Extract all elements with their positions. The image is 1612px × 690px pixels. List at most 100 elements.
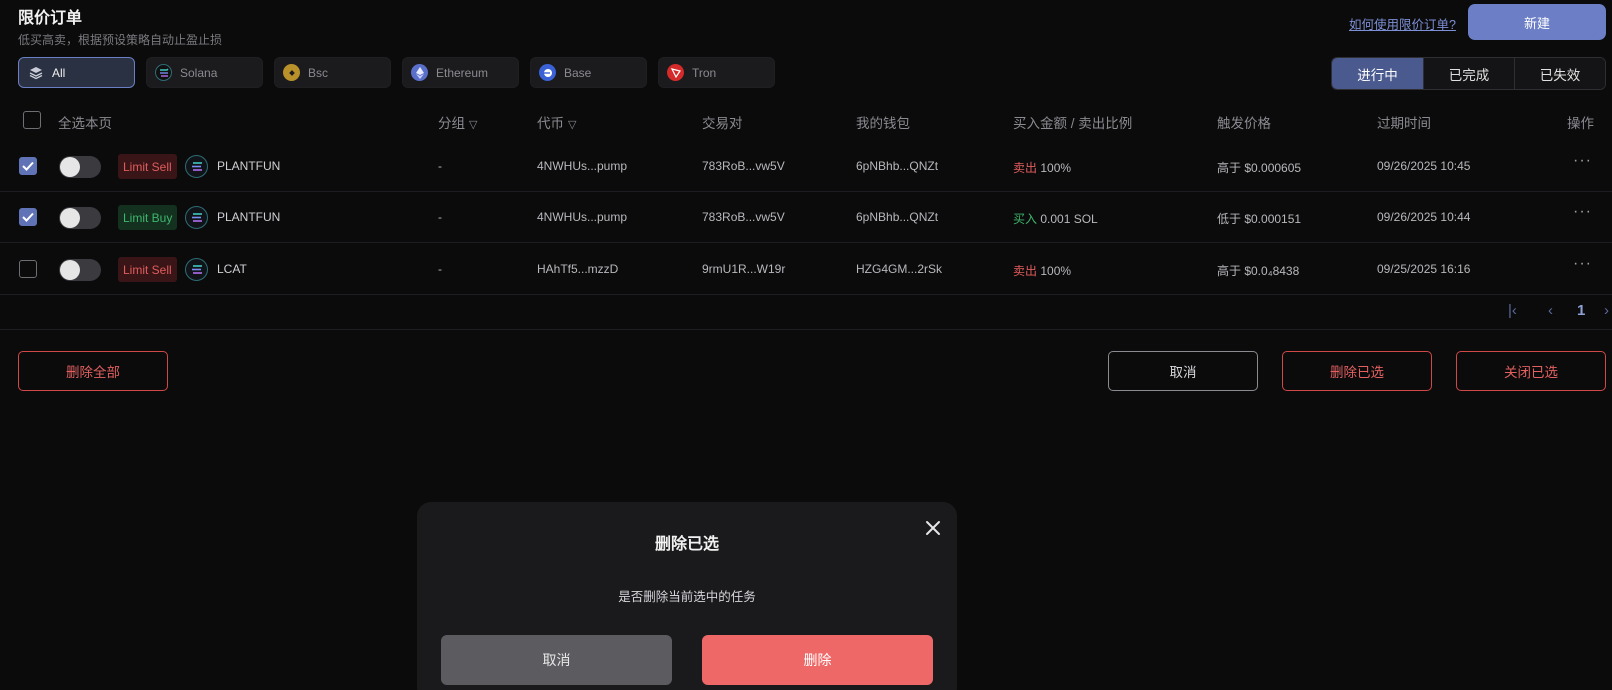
- delete-selected-button[interactable]: 删除已选: [1282, 351, 1432, 391]
- bnb-icon: [283, 64, 300, 81]
- dialog-delete-button[interactable]: 删除: [702, 635, 933, 685]
- token-name: LCAT: [217, 262, 247, 276]
- chain-chip-label: Ethereum: [436, 65, 489, 80]
- table-row: Limit Buy PLANTFUN - 4NWHUs...pump 783Ro…: [0, 192, 1612, 243]
- solana-icon: [185, 206, 208, 229]
- row-pair[interactable]: 783RoB...vw5V: [702, 159, 785, 173]
- next-page-icon[interactable]: ›: [1604, 302, 1609, 319]
- amount-value: 100%: [1040, 264, 1072, 278]
- table-row: Limit Sell LCAT - HAhTf5...mzzD 9rmU1R..…: [0, 244, 1612, 295]
- column-amount: 买入金额 / 卖出比例: [1013, 116, 1133, 131]
- row-amount: 卖出 100%: [1013, 262, 1071, 279]
- chain-chip-label: Tron: [692, 65, 717, 80]
- current-page[interactable]: 1: [1577, 302, 1585, 319]
- chain-chip-label: Solana: [180, 65, 218, 80]
- close-selected-button[interactable]: 关闭已选: [1456, 351, 1606, 391]
- cancel-button[interactable]: 取消: [1108, 351, 1258, 391]
- row-trigger-price: 高于 $0.000605: [1217, 161, 1302, 175]
- row-expiry: 09/26/2025 10:44: [1377, 210, 1471, 224]
- order-type-badge: Limit Sell: [118, 154, 177, 179]
- dialog-title: 删除已选: [654, 536, 719, 553]
- table-row: Limit Sell PLANTFUN - 4NWHUs...pump 783R…: [0, 141, 1612, 192]
- side-word: 买入: [1013, 212, 1038, 226]
- tab-expired[interactable]: 已失效: [1514, 58, 1605, 89]
- column-select-all: 全选本页: [58, 116, 112, 131]
- amount-value: 100%: [1040, 161, 1072, 175]
- chain-filter: All Solana Bsc Ethereum Base Tron: [18, 57, 775, 88]
- filter-icon[interactable]: ▽: [469, 118, 477, 131]
- token-name: PLANTFUN: [217, 210, 281, 224]
- select-all-checkbox[interactable]: [23, 111, 41, 129]
- row-trigger-price: 高于 $0.0₄8438: [1217, 264, 1300, 278]
- page-title: 限价订单: [18, 10, 83, 27]
- row-amount: 卖出 100%: [1013, 159, 1071, 176]
- tron-icon: [667, 64, 684, 81]
- amount-value: 0.001 SOL: [1040, 212, 1098, 226]
- row-token-address[interactable]: HAhTf5...mzzD: [537, 262, 618, 276]
- more-actions-icon[interactable]: ···: [1573, 255, 1592, 273]
- row-checkbox[interactable]: [19, 208, 37, 226]
- row-token-address[interactable]: 4NWHUs...pump: [537, 159, 627, 173]
- column-expiry: 过期时间: [1377, 116, 1431, 131]
- chain-chip-solana[interactable]: Solana: [146, 57, 263, 88]
- chain-chip-tron[interactable]: Tron: [658, 57, 775, 88]
- chain-chip-label: Bsc: [308, 65, 329, 80]
- chain-chip-bsc[interactable]: Bsc: [274, 57, 391, 88]
- row-toggle[interactable]: [59, 207, 101, 229]
- row-expiry: 09/26/2025 10:45: [1377, 159, 1471, 173]
- row-group: -: [438, 262, 442, 276]
- confirm-delete-dialog: 删除已选 是否删除当前选中的任务 取消 删除: [417, 502, 957, 690]
- row-wallet[interactable]: 6pNBhb...QNZt: [856, 159, 938, 173]
- first-page-icon[interactable]: |‹: [1508, 302, 1517, 319]
- row-pair[interactable]: 783RoB...vw5V: [702, 210, 785, 224]
- chain-chip-all[interactable]: All: [18, 57, 135, 88]
- status-tabs: 进行中 已完成 已失效: [1331, 57, 1606, 90]
- page-subtitle: 低买高卖，根据预设策略自动止盈止损: [18, 33, 223, 47]
- row-wallet[interactable]: 6pNBhb...QNZt: [856, 210, 938, 224]
- column-group[interactable]: 分组 ▽: [438, 112, 477, 132]
- delete-all-button[interactable]: 删除全部: [18, 351, 168, 391]
- row-expiry: 09/25/2025 16:16: [1377, 262, 1471, 276]
- solana-icon: [185, 155, 208, 178]
- column-actions: 操作: [1567, 116, 1594, 131]
- dialog-cancel-button[interactable]: 取消: [441, 635, 672, 685]
- more-actions-icon[interactable]: ···: [1573, 152, 1592, 170]
- token-name: PLANTFUN: [217, 159, 281, 173]
- layers-icon: [27, 64, 44, 81]
- row-wallet[interactable]: HZG4GM...2rSk: [856, 262, 942, 276]
- ethereum-icon: [411, 64, 428, 81]
- row-amount: 买入 0.001 SOL: [1013, 210, 1098, 227]
- divider: [0, 329, 1612, 330]
- order-type-badge: Limit Sell: [118, 257, 177, 282]
- tab-completed[interactable]: 已完成: [1423, 58, 1514, 89]
- column-trigger-price: 触发价格: [1217, 116, 1271, 131]
- solana-icon: [185, 258, 208, 281]
- chain-chip-label: All: [52, 65, 66, 80]
- row-toggle[interactable]: [59, 156, 101, 178]
- chain-chip-ethereum[interactable]: Ethereum: [402, 57, 519, 88]
- row-token-address[interactable]: 4NWHUs...pump: [537, 210, 627, 224]
- prev-page-icon[interactable]: ‹: [1548, 302, 1553, 319]
- howto-link[interactable]: 如何使用限价订单?: [1349, 14, 1456, 33]
- chain-chip-label: Base: [564, 65, 592, 80]
- column-group-label: 分组: [438, 116, 465, 131]
- column-token[interactable]: 代币 ▽: [537, 112, 576, 132]
- filter-icon[interactable]: ▽: [568, 118, 576, 131]
- toggle-knob: [60, 157, 80, 177]
- order-type-badge: Limit Buy: [118, 205, 178, 230]
- table-header: 全选本页 分组 ▽ 代币 ▽ 交易对 我的钱包 买入金额 / 卖出比例 触发价格 过…: [0, 110, 1612, 132]
- row-trigger-price: 低于 $0.000151: [1217, 212, 1302, 226]
- toggle-knob: [60, 208, 80, 228]
- new-order-button[interactable]: 新建: [1468, 4, 1606, 40]
- row-toggle[interactable]: [59, 259, 101, 281]
- tab-in-progress[interactable]: 进行中: [1332, 58, 1423, 89]
- more-actions-icon[interactable]: ···: [1573, 203, 1592, 221]
- close-icon[interactable]: [923, 518, 943, 538]
- column-token-label: 代币: [537, 116, 564, 131]
- chain-chip-base[interactable]: Base: [530, 57, 647, 88]
- row-group: -: [438, 210, 442, 224]
- base-icon: [539, 64, 556, 81]
- row-checkbox[interactable]: [19, 260, 37, 278]
- row-pair[interactable]: 9rmU1R...W19r: [702, 262, 785, 276]
- row-checkbox[interactable]: [19, 157, 37, 175]
